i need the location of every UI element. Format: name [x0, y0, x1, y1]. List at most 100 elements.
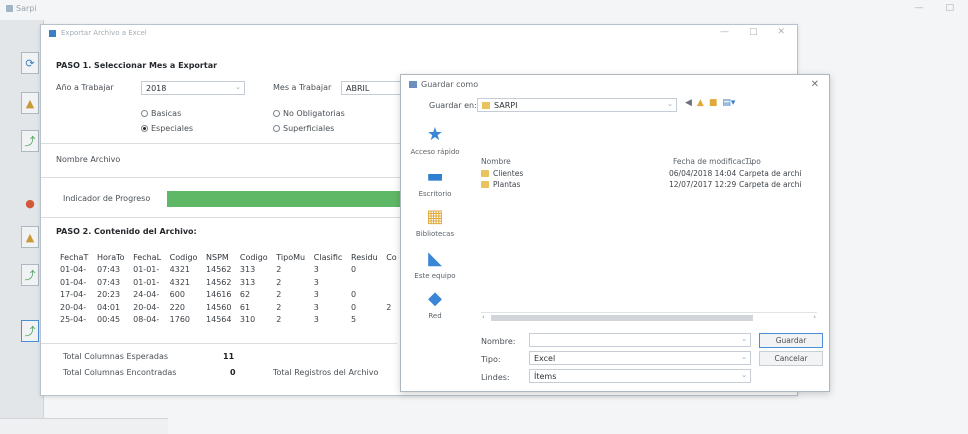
left-toolbar: ⟳ ▲ ⤴ ● ▲ ⤴ ⤴	[0, 20, 44, 430]
radio-superficiales[interactable]: Superficiales	[273, 124, 334, 133]
column-header[interactable]: FechaT	[57, 251, 94, 264]
close-icon[interactable]: ✕	[777, 27, 785, 37]
column-header[interactable]: Codigo	[237, 251, 273, 264]
step1-title: PASO 1. Seleccionar Mes a Exportar	[56, 61, 218, 70]
table-row[interactable]: 20-04- 04:01 20-04- 220 14560 61 2 3 0 2	[57, 301, 401, 314]
scroll-thumb[interactable]	[491, 315, 753, 321]
up-folder-icon[interactable]: ▲	[697, 98, 704, 108]
table-cell: 14616	[206, 290, 232, 300]
table-row[interactable]: 17-04- 20:23 24-04- 600 14616 62 2 3 0	[57, 289, 401, 302]
column-header[interactable]: HoraTo	[94, 251, 130, 264]
maximize-icon[interactable]: □	[749, 27, 758, 37]
nombre-archivo-label: Nombre Archivo	[56, 155, 121, 164]
file-name: Plantas	[493, 180, 521, 189]
dialog-icon	[409, 80, 417, 88]
nombre-label: Nombre:	[481, 337, 516, 346]
file-type: Carpeta de archi	[739, 180, 802, 189]
file-row[interactable]: Plantas 12/07/2017 12:29 Carpeta de arch…	[481, 179, 825, 190]
total-encontradas-value: 0	[230, 368, 236, 377]
place-quick-access[interactable]: ★ Acceso rápido	[407, 124, 463, 157]
radio-especiales[interactable]: Especiales	[141, 124, 193, 133]
file-type-select[interactable]: Excel ⌄	[529, 351, 751, 365]
refresh-icon[interactable]: ⟳	[21, 52, 39, 74]
column-header[interactable]: TipoMu	[273, 251, 311, 264]
export-excel-icon[interactable]: ⤴	[21, 130, 39, 152]
view-menu-icon[interactable]: ▤▾	[722, 98, 735, 108]
column-header[interactable]: FechaL	[130, 251, 167, 264]
place-libraries[interactable]: ▦ Bibliotecas	[407, 207, 463, 239]
table-header-row: FechaT HoraTo FechaL Codigo NSPM Codigo …	[57, 251, 401, 264]
chevron-down-icon: ⌄	[741, 353, 747, 361]
progress-fill	[167, 191, 403, 207]
mes-select[interactable]: ABRIL	[341, 81, 401, 95]
table-row[interactable]: 25-04- 00:45 08-04- 1760 14564 310 2 3 5	[57, 314, 401, 327]
lindes-select[interactable]: Ítems ⌄	[529, 369, 751, 383]
column-header-fecha[interactable]: Fecha de modificac...	[673, 157, 753, 166]
table-row[interactable]: 01-04- 07:43 01-01- 4321 14562 313 2 3	[57, 276, 401, 289]
lock-icon-2[interactable]: ▲	[21, 226, 39, 248]
scroll-left-icon[interactable]: ‹	[482, 313, 485, 321]
table-cell	[383, 264, 401, 277]
table-cell: 600	[169, 290, 185, 300]
guardar-en-label: Guardar en:	[429, 101, 477, 110]
table-cell: 07:43	[97, 265, 121, 275]
file-row[interactable]: Clientes 06/04/2018 14:04 Carpeta de arc…	[481, 168, 825, 179]
new-folder-icon[interactable]: ■	[709, 98, 718, 108]
place-network[interactable]: ◆ Red	[407, 289, 463, 321]
table-cell	[383, 276, 401, 289]
column-header-tipo[interactable]: Tipo	[745, 157, 761, 166]
radio-basicas[interactable]: Basicas	[141, 109, 181, 118]
guardar-en-select[interactable]: SARPI ⌄	[477, 98, 677, 112]
minimize-icon[interactable]: —	[720, 27, 729, 37]
column-header-nombre[interactable]: Nombre	[481, 157, 511, 166]
lock-icon[interactable]: ▲	[21, 92, 39, 114]
radio-no-obligatorias[interactable]: No Obligatorias	[273, 109, 345, 118]
scroll-right-icon[interactable]: ›	[813, 313, 816, 321]
back-icon[interactable]: ◀	[685, 98, 692, 108]
table-cell: 24-04-	[133, 290, 160, 300]
table-cell: 01-01-	[133, 265, 160, 275]
chevron-down-icon: ⌄	[667, 100, 673, 108]
export-excel-icon-2[interactable]: ⤴	[21, 264, 39, 286]
minimize-icon[interactable]: —	[914, 3, 923, 13]
table-cell: 0	[351, 302, 357, 312]
table-cell: 2	[276, 277, 282, 287]
lindes-value: Ítems	[534, 371, 557, 381]
table-cell: 25-04-	[60, 315, 87, 325]
table-cell: 313	[239, 265, 256, 275]
table-cell: 3	[313, 290, 319, 300]
close-icon[interactable]: ✕	[811, 79, 819, 90]
column-header[interactable]: NSPM	[203, 251, 237, 264]
radio-label: Especiales	[151, 124, 194, 133]
export-excel-icon-3[interactable]: ⤴	[21, 320, 39, 342]
save-button[interactable]: Guardar	[759, 333, 823, 348]
place-desktop[interactable]: ▬ Escritorio	[407, 167, 463, 199]
anio-select[interactable]: 2018 ⌄	[141, 81, 245, 95]
file-type-value: Excel	[534, 353, 556, 363]
table-cell: 07:43	[97, 277, 121, 287]
place-this-pc[interactable]: ◣ Este equipo	[407, 248, 463, 281]
table-cell	[383, 289, 401, 302]
table-cell: 17-04-	[60, 290, 87, 300]
cancel-button[interactable]: Cancelar	[759, 351, 823, 366]
place-label: Acceso rápido	[410, 148, 460, 156]
table-cell: 01-04-	[60, 265, 87, 275]
progress-label: Indicador de Progreso	[63, 194, 151, 203]
star-icon: ★	[426, 124, 444, 145]
users-icon[interactable]: ●	[21, 192, 39, 214]
column-header[interactable]: Clasific	[311, 251, 348, 264]
column-header[interactable]: Residu	[348, 251, 383, 264]
column-header[interactable]: Codigo	[167, 251, 203, 264]
table-cell	[348, 276, 383, 289]
computer-icon: ◣	[428, 248, 442, 269]
table-cell: 61	[239, 302, 251, 312]
table-row[interactable]: 01-04- 07:43 01-01- 4321 14562 313 2 3 0	[57, 264, 401, 277]
app-icon	[6, 5, 13, 12]
horizontal-scrollbar[interactable]: ‹ ›	[481, 312, 817, 322]
file-name-input[interactable]: ⌄	[529, 333, 751, 347]
window-icon	[49, 29, 56, 37]
table-cell: 220	[169, 302, 185, 312]
maximize-icon[interactable]: □	[945, 3, 954, 13]
table-cell: 3	[313, 302, 319, 312]
column-header[interactable]: Co	[383, 251, 401, 264]
